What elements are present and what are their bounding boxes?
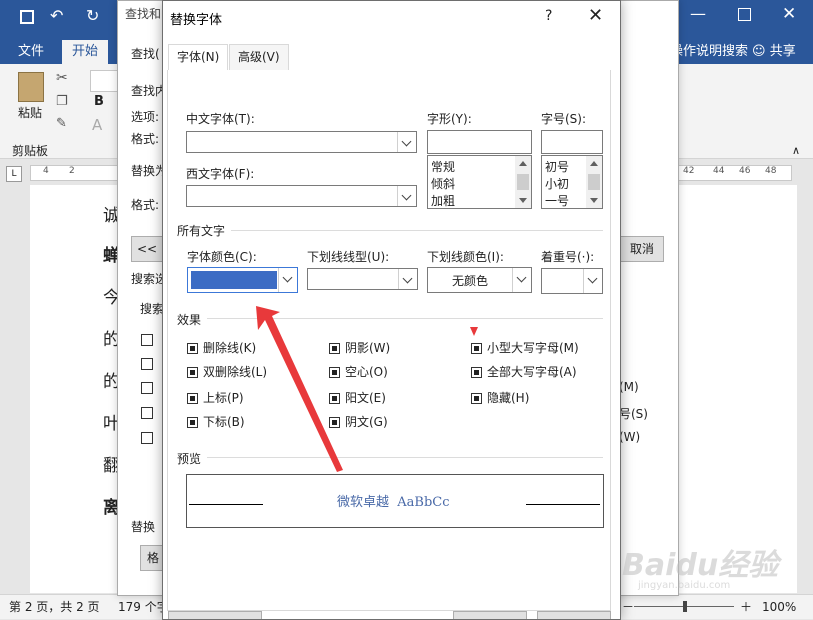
watermark-subtext: jingyan.baidu.com	[638, 580, 731, 591]
watermark-text: Baidu经验	[622, 548, 779, 583]
annotation-arrow	[256, 306, 343, 472]
watermark: Baidu经验 jingyan.baidu.com	[622, 540, 802, 592]
